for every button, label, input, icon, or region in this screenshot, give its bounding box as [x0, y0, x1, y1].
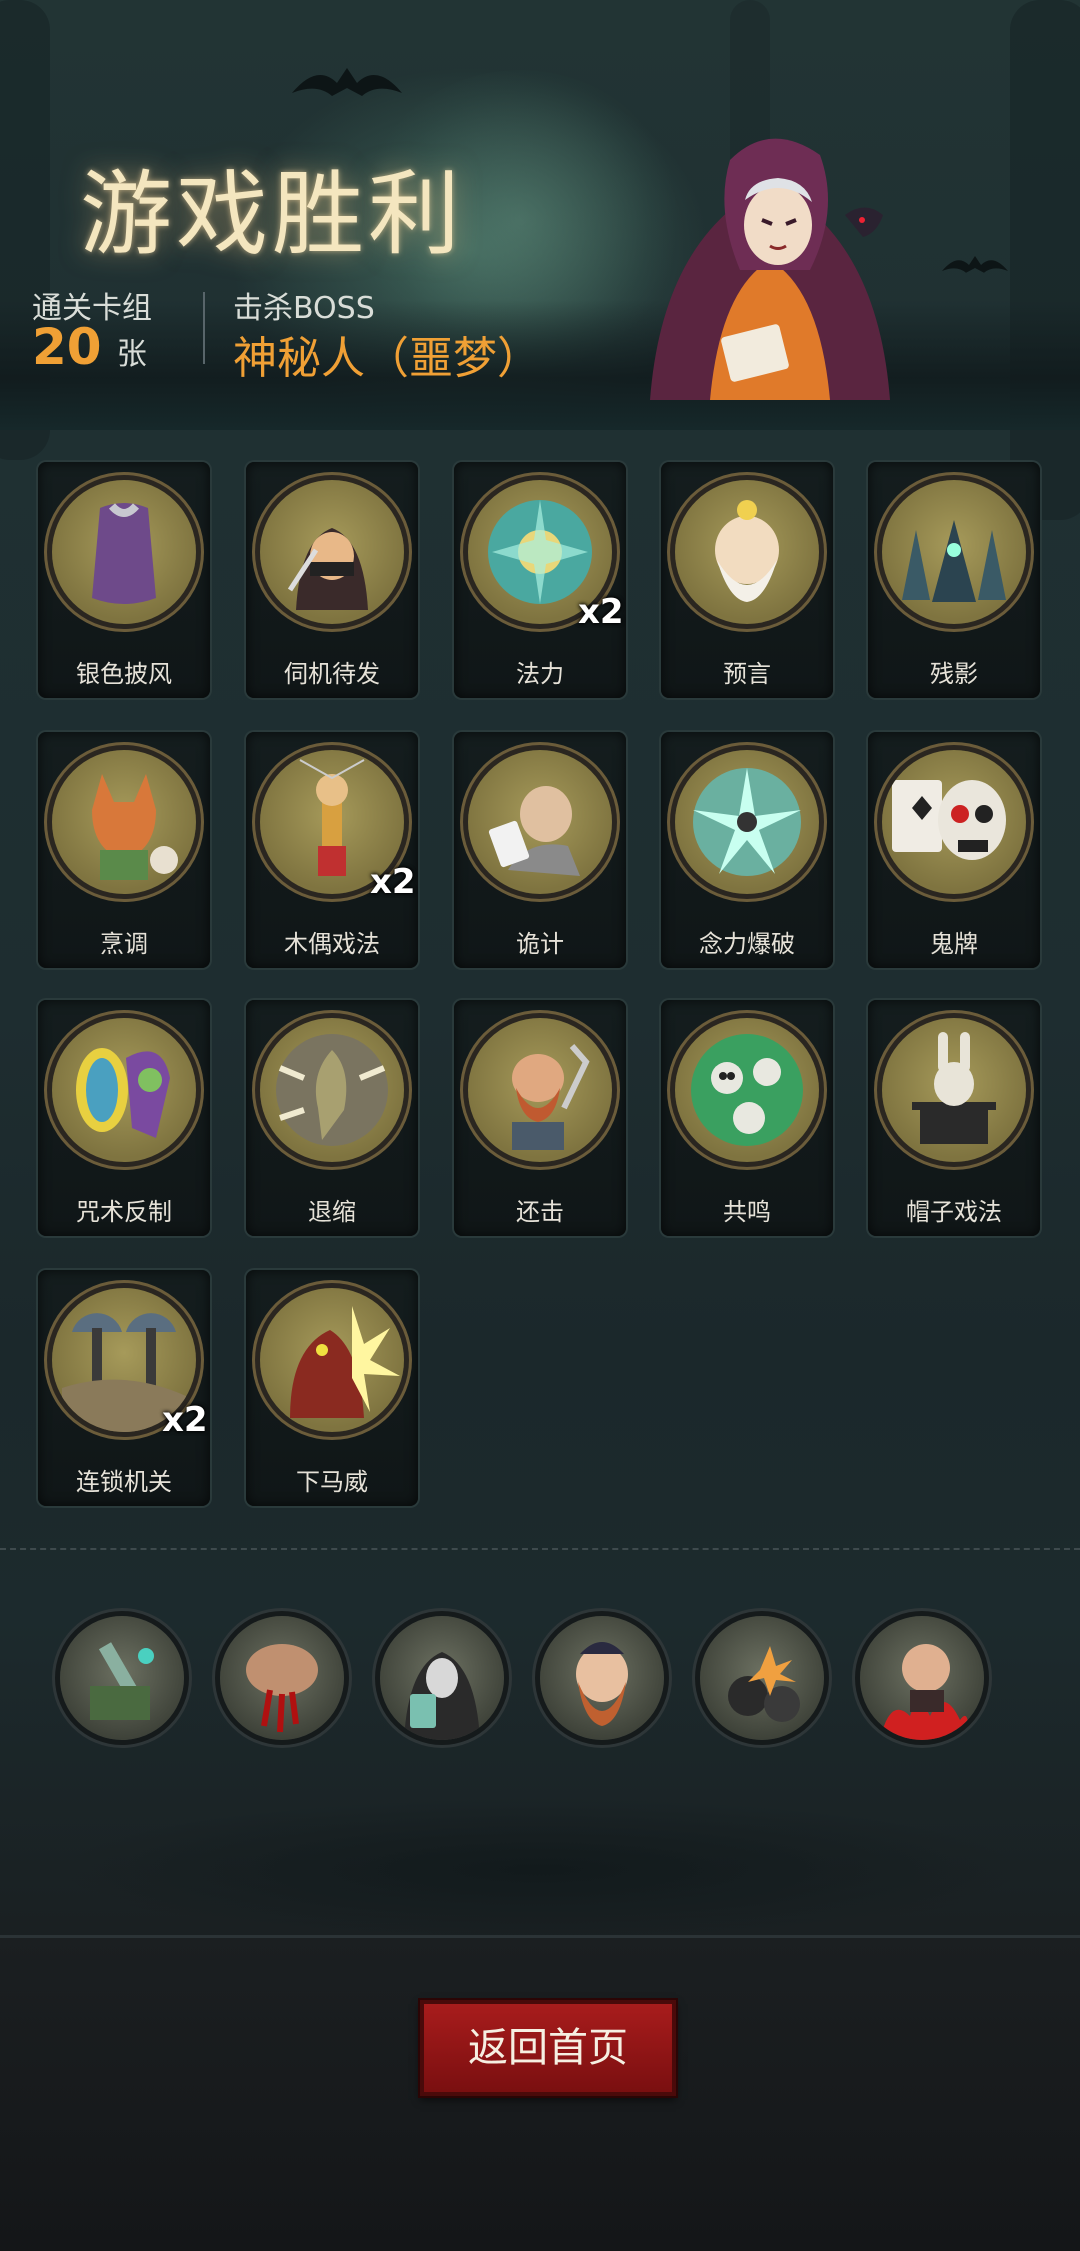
- boss-name: 神秘人（噩梦）: [233, 333, 541, 384]
- deck-card[interactable]: 预言: [661, 462, 833, 698]
- deck-card[interactable]: 咒术反制: [38, 1000, 210, 1236]
- card-name: 退缩: [308, 1198, 356, 1226]
- bat-icon: [942, 256, 1008, 273]
- deck-count-group: 20 张: [32, 318, 147, 376]
- retreat-icon: [260, 1018, 404, 1162]
- card-name: 还击: [516, 1198, 564, 1226]
- bearded-pirate-relic-icon[interactable]: [540, 1616, 664, 1740]
- card-name: 下马威: [296, 1468, 368, 1496]
- bomb-relic-icon[interactable]: [700, 1616, 824, 1740]
- deck-card[interactable]: 银色披风: [38, 462, 210, 698]
- tree-silhouette: [1010, 0, 1080, 520]
- card-name: 预言: [723, 660, 771, 688]
- cloak-icon: [52, 480, 196, 624]
- card-name: 连锁机关: [76, 1468, 172, 1496]
- hooded-card-relic-icon[interactable]: [380, 1616, 504, 1740]
- forest-floor: [0, 1760, 1080, 1960]
- masked-thief-icon: [260, 480, 404, 624]
- deck-card[interactable]: x2 法力: [454, 462, 626, 698]
- deck-card[interactable]: 帽子戏法: [868, 1000, 1040, 1236]
- green-skulls-icon: [675, 1018, 819, 1162]
- card-count-badge: x2: [578, 592, 624, 632]
- deck-card[interactable]: x2 木偶戏法: [246, 732, 418, 968]
- stat-divider: [203, 292, 205, 364]
- card-name: 残影: [930, 660, 978, 688]
- deck-card[interactable]: 伺机待发: [246, 462, 418, 698]
- card-name: 烹调: [100, 930, 148, 958]
- card-name: 木偶戏法: [284, 930, 380, 958]
- deck-card[interactable]: x2 连锁机关: [38, 1270, 210, 1506]
- fire-goblin-relic-icon[interactable]: [860, 1616, 984, 1740]
- bat-icon: [292, 68, 402, 96]
- deck-card[interactable]: 鬼牌: [868, 732, 1040, 968]
- psychic-blast-icon: [675, 750, 819, 894]
- card-count-badge: x2: [370, 862, 416, 902]
- dagger-relic-icon[interactable]: [60, 1616, 184, 1740]
- bleeding-fist-relic-icon[interactable]: [220, 1616, 344, 1740]
- deck-card[interactable]: 烹调: [38, 732, 210, 968]
- card-name: 诡计: [516, 930, 564, 958]
- skull-joker-icon: [882, 750, 1026, 894]
- card-name: 伺机待发: [284, 660, 380, 688]
- deck-card[interactable]: 还击: [454, 1000, 626, 1236]
- dwarf-warrior-icon: [468, 1018, 612, 1162]
- old-seer-icon: [675, 480, 819, 624]
- fox-chef-icon: [52, 750, 196, 894]
- deck-card[interactable]: 念力爆破: [661, 732, 833, 968]
- deck-unit: 张: [116, 337, 147, 372]
- deck-card[interactable]: 诡计: [454, 732, 626, 968]
- card-name: 鬼牌: [930, 930, 978, 958]
- deck-card[interactable]: 共鸣: [661, 1000, 833, 1236]
- card-name: 咒术反制: [76, 1198, 172, 1226]
- card-sharp-icon: [468, 750, 612, 894]
- shadow-clones-icon: [882, 480, 1026, 624]
- victory-title: 游戏胜利: [80, 161, 465, 268]
- card-name: 帽子戏法: [906, 1198, 1002, 1226]
- back-home-button[interactable]: 返回首页: [420, 2000, 676, 2096]
- card-name: 银色披风: [76, 660, 172, 688]
- deck-count: 20: [32, 318, 102, 376]
- deck-card[interactable]: 下马威: [246, 1270, 418, 1506]
- card-name: 法力: [516, 660, 564, 688]
- boss-label: 击杀BOSS: [233, 291, 375, 326]
- deck-card[interactable]: 退缩: [246, 1000, 418, 1236]
- card-name: 共鸣: [723, 1198, 771, 1226]
- deck-card[interactable]: 残影: [868, 462, 1040, 698]
- hat-rabbit-icon: [882, 1018, 1026, 1162]
- spell-mirror-icon: [52, 1018, 196, 1162]
- section-divider: [0, 1548, 1080, 1550]
- red-brute-icon: [260, 1288, 404, 1432]
- card-name: 念力爆破: [699, 930, 795, 958]
- card-count-badge: x2: [162, 1400, 208, 1440]
- boss-portrait: [650, 138, 890, 400]
